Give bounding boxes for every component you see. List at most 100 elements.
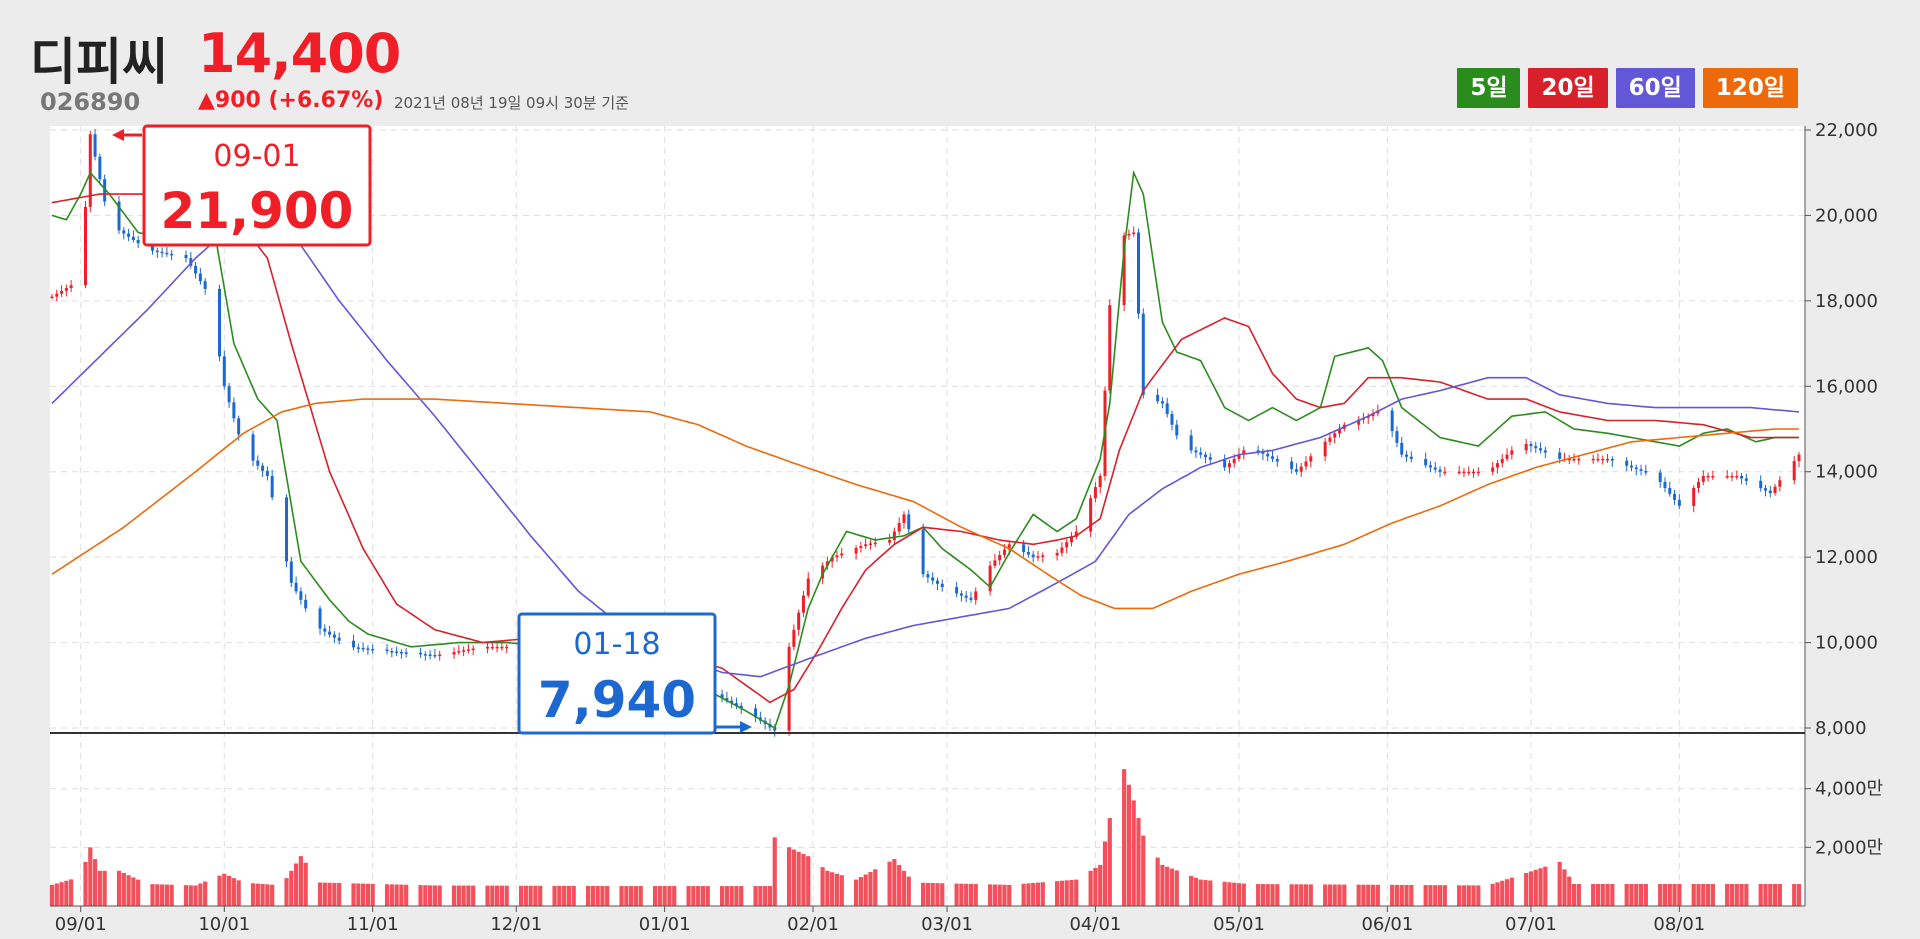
volume-bar [1638, 884, 1644, 906]
candle-body [289, 561, 293, 583]
volume-bar [1236, 883, 1242, 906]
volume-bar [265, 884, 270, 906]
volume-bar [88, 847, 93, 906]
stock-chart[interactable]: 22,000 20,000 18,000 16,000 14,000 12,000 10,0… [0, 0, 1920, 939]
volume-bar [69, 879, 74, 906]
candle-body [1299, 466, 1303, 472]
candle-body [1735, 475, 1739, 478]
volume-bar [384, 884, 390, 906]
volume-bar [940, 883, 945, 906]
candle-body [1055, 552, 1059, 556]
volume-bar [131, 877, 136, 906]
volume-bar [394, 884, 399, 906]
candle-body [93, 134, 97, 157]
volume-bar [1772, 884, 1778, 906]
volume-bar [734, 886, 739, 906]
volume-bar [1098, 864, 1103, 906]
candle-body [1558, 452, 1562, 459]
volume-bar [705, 886, 710, 906]
volume-bar [1471, 885, 1476, 906]
volume-bar [1562, 869, 1567, 906]
volume-bar [404, 884, 409, 906]
volume-bar [1356, 884, 1361, 906]
volume-bar [361, 883, 366, 906]
candle-body [332, 634, 336, 638]
volume-bar [830, 872, 835, 906]
volume-bar [389, 884, 394, 906]
candle-body [122, 230, 126, 234]
volume-bar [155, 884, 160, 906]
candle-body [907, 514, 911, 530]
volume-bar [868, 871, 873, 906]
candle-body [1539, 448, 1543, 451]
candle-body [1462, 471, 1466, 474]
candle-body [457, 651, 461, 653]
volume-bar [557, 885, 562, 906]
candle-body [84, 206, 88, 286]
candle-body [64, 288, 68, 291]
volume-bar [322, 882, 327, 906]
candle-body [471, 648, 475, 651]
volume-bar [432, 885, 438, 906]
date-tick-label: 06/01 [1361, 914, 1413, 935]
price-tick-label: 22,000 [1815, 120, 1878, 141]
volume-bar [1222, 881, 1227, 906]
volume-bar [887, 861, 892, 906]
candle-body [337, 637, 341, 641]
candle-body [959, 593, 963, 596]
volume-bar [1768, 884, 1773, 906]
candle-body [859, 546, 863, 548]
candle-body [1725, 475, 1729, 478]
volume-bar [423, 885, 428, 906]
volume-bar [533, 885, 538, 906]
volume-bar [1059, 880, 1065, 906]
volume-bar [1710, 884, 1715, 906]
candle-body [1591, 458, 1595, 461]
volume-bar [1739, 884, 1744, 906]
candle-body [165, 252, 169, 255]
candle-body [423, 654, 427, 656]
volume-bar [585, 885, 591, 906]
volume-bar [1026, 883, 1031, 906]
candle-body [1534, 446, 1538, 449]
volume-bar [83, 862, 88, 906]
candle-body [1711, 475, 1715, 478]
date-tick-label: 12/01 [490, 914, 542, 935]
volume-bar [964, 883, 969, 906]
volume-bar [700, 886, 706, 906]
candle-body [1093, 487, 1097, 499]
candle-body [500, 646, 504, 649]
candle-body [1160, 401, 1164, 404]
volume-bar [298, 856, 303, 906]
volume-bar [451, 885, 457, 906]
volume-bar [1796, 884, 1802, 906]
high-callout: 09-01 21,900 [112, 124, 372, 247]
candle-body [1634, 467, 1638, 470]
volume-bar [1303, 884, 1309, 906]
volume-bar [1208, 880, 1213, 906]
volume-bar [1557, 862, 1562, 906]
volume-bar [1696, 884, 1701, 906]
volume-bar [930, 883, 935, 906]
volume-bar [1256, 884, 1261, 906]
volume-bar [1040, 882, 1045, 906]
candle-body [998, 555, 1002, 561]
candle-body [50, 296, 54, 299]
candle-body [1457, 471, 1461, 474]
volume-bar [724, 886, 729, 906]
volume-bar [1122, 769, 1127, 906]
volume-bar [1729, 884, 1735, 906]
candle-body [198, 273, 202, 282]
volume-bar [1662, 884, 1668, 906]
volume-bar [231, 878, 236, 906]
volume-bar [1576, 884, 1581, 906]
candle-body [1629, 465, 1633, 468]
candle-body [1395, 431, 1399, 443]
volume-bar [1691, 884, 1696, 906]
volume-bar [490, 885, 495, 906]
low-value: 7,940 [538, 671, 696, 729]
candle-body [285, 497, 289, 562]
candle-body [873, 542, 877, 545]
volume-bar [988, 884, 993, 906]
volume-bar [1241, 883, 1246, 906]
